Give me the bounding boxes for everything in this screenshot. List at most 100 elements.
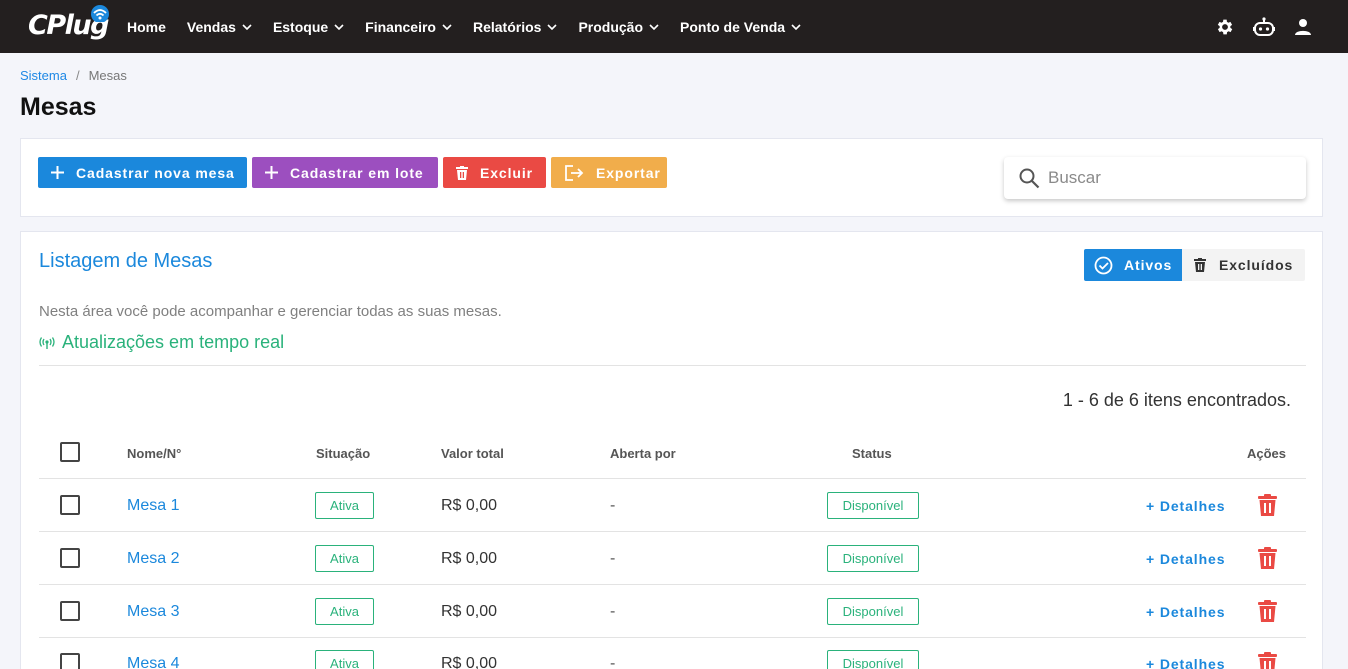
- table-header: Nome/N° Situação Valor total Aberta por …: [39, 432, 1306, 479]
- wifi-icon: [91, 5, 109, 22]
- nav-estoque-label: Estoque: [272, 18, 329, 35]
- toolbar-card: Cadastrar nova mesa Cadastrar em lote Ex…: [20, 138, 1323, 217]
- nav-home[interactable]: Home: [127, 19, 166, 35]
- batch-add-label: Cadastrar em lote: [290, 164, 424, 181]
- export-label: Exportar: [596, 164, 661, 181]
- row-checkbox[interactable]: [60, 601, 80, 621]
- details-link[interactable]: + Detalhes: [1146, 656, 1225, 669]
- nav-estoque[interactable]: Estoque: [273, 19, 344, 35]
- user-icon[interactable]: [1292, 16, 1314, 38]
- aberta-cell: -: [610, 655, 616, 669]
- nav-vendas-label: Vendas: [186, 18, 236, 35]
- realtime-label: Atualizações em tempo real: [62, 332, 285, 352]
- plus-icon: [265, 166, 278, 179]
- divider: [39, 365, 1306, 366]
- situacao-badge: Ativa: [315, 650, 374, 669]
- valor-cell: R$ 0,00: [441, 550, 498, 567]
- table-name-link[interactable]: Mesa 3: [127, 603, 179, 621]
- page-title: Mesas: [20, 93, 97, 121]
- nav-relatorios[interactable]: Relatórios: [472, 18, 558, 35]
- chevron-down-icon: [334, 23, 344, 30]
- search-input[interactable]: [1048, 168, 1288, 188]
- cplug-logo[interactable]: CPlug: [28, 4, 112, 46]
- trash-icon[interactable]: [1258, 547, 1278, 569]
- details-link[interactable]: + Detalhes: [1146, 551, 1225, 567]
- situacao-badge: Ativa: [315, 492, 374, 519]
- details-link[interactable]: + Detalhes: [1146, 498, 1225, 514]
- chevron-down-icon: [791, 23, 801, 30]
- column-status: Status: [852, 446, 892, 461]
- nav-relatorios-label: Relatórios: [472, 18, 542, 35]
- search-icon: [1019, 168, 1040, 189]
- list-description: Nesta área você pode acompanhar e gerenc…: [39, 303, 502, 320]
- chevron-down-icon: [442, 23, 452, 30]
- column-aberta: Aberta por: [610, 446, 676, 461]
- column-name: Nome/N°: [127, 446, 182, 461]
- gear-icon[interactable]: [1214, 16, 1236, 38]
- plus-icon: [51, 166, 64, 179]
- trash-icon[interactable]: [1258, 600, 1278, 622]
- aberta-cell: -: [610, 603, 616, 620]
- trash-icon: [1194, 258, 1206, 272]
- nav-producao-label: Produção: [578, 18, 644, 35]
- filter-deleted-button[interactable]: Excluídos: [1182, 249, 1305, 281]
- filter-toggle: Ativos Excluídos: [1084, 249, 1305, 281]
- add-table-label: Cadastrar nova mesa: [76, 164, 235, 181]
- aberta-cell: -: [610, 550, 616, 567]
- column-valor: Valor total: [441, 446, 504, 461]
- table-row: Mesa 1 Ativa R$ 0,00 - Disponível + Deta…: [39, 479, 1306, 532]
- robot-icon[interactable]: [1253, 16, 1275, 38]
- column-situacao: Situação: [316, 446, 371, 461]
- navbar-actions: [1197, 0, 1314, 53]
- nav-ponto-de-venda[interactable]: Ponto de Venda: [680, 19, 801, 35]
- row-checkbox[interactable]: [60, 653, 80, 669]
- list-card: Listagem de Mesas Ativos Excluídos Nesta…: [20, 231, 1323, 669]
- delete-button[interactable]: Excluir: [443, 157, 546, 188]
- nav-vendas[interactable]: Vendas: [187, 19, 252, 35]
- breadcrumb-separator: /: [75, 68, 80, 83]
- table-name-link[interactable]: Mesa 2: [127, 550, 179, 568]
- export-icon: [564, 164, 584, 181]
- valor-cell: R$ 0,00: [441, 497, 498, 514]
- table-row: Mesa 2 Ativa R$ 0,00 - Disponível + Deta…: [39, 532, 1306, 585]
- row-checkbox[interactable]: [60, 548, 80, 568]
- situacao-badge: Ativa: [315, 598, 374, 625]
- status-badge: Disponível: [827, 545, 919, 572]
- chevron-down-icon: [649, 23, 659, 30]
- chevron-down-icon: [547, 23, 558, 30]
- nav-ponto-de-venda-label: Ponto de Venda: [680, 18, 786, 35]
- nav-producao[interactable]: Produção: [578, 19, 659, 35]
- export-button[interactable]: Exportar: [551, 157, 667, 188]
- trash-icon: [456, 165, 468, 180]
- valor-cell: R$ 0,00: [441, 655, 498, 669]
- delete-label: Excluir: [480, 164, 533, 181]
- chevron-down-icon: [242, 23, 252, 30]
- add-table-button[interactable]: Cadastrar nova mesa: [38, 157, 247, 188]
- row-checkbox[interactable]: [60, 495, 80, 515]
- select-all-checkbox[interactable]: [60, 442, 80, 462]
- list-title: Listagem de Mesas: [39, 250, 213, 272]
- filter-deleted-label: Excluídos: [1219, 257, 1294, 273]
- trash-icon[interactable]: [1258, 652, 1278, 669]
- realtime-indicator: Atualizações em tempo real: [39, 332, 284, 353]
- column-acoes: Ações: [1247, 446, 1287, 461]
- breadcrumb-current: Mesas: [88, 68, 127, 83]
- table-name-link[interactable]: Mesa 4: [127, 655, 179, 669]
- status-badge: Disponível: [827, 598, 919, 625]
- batch-add-button[interactable]: Cadastrar em lote: [252, 157, 438, 188]
- details-link[interactable]: + Detalhes: [1146, 604, 1225, 620]
- search-box: [1004, 157, 1306, 199]
- breadcrumb: Sistema / Mesas: [20, 68, 127, 83]
- nav-home-label: Home: [127, 18, 166, 35]
- nav-financeiro[interactable]: Financeiro: [365, 19, 452, 35]
- status-badge: Disponível: [827, 492, 919, 519]
- table-name-link[interactable]: Mesa 1: [127, 497, 179, 515]
- trash-icon[interactable]: [1258, 494, 1278, 516]
- breadcrumb-sistema[interactable]: Sistema: [20, 68, 67, 83]
- status-badge: Disponível: [827, 650, 919, 669]
- nav-financeiro-label: Financeiro: [365, 18, 436, 35]
- top-navbar: CPlug Home Vendas Estoque Financeiro Rel…: [0, 0, 1348, 53]
- filter-active-button[interactable]: Ativos: [1084, 249, 1182, 281]
- broadcast-icon: [39, 336, 55, 349]
- table-row: Mesa 3 Ativa R$ 0,00 - Disponível + Deta…: [39, 585, 1306, 638]
